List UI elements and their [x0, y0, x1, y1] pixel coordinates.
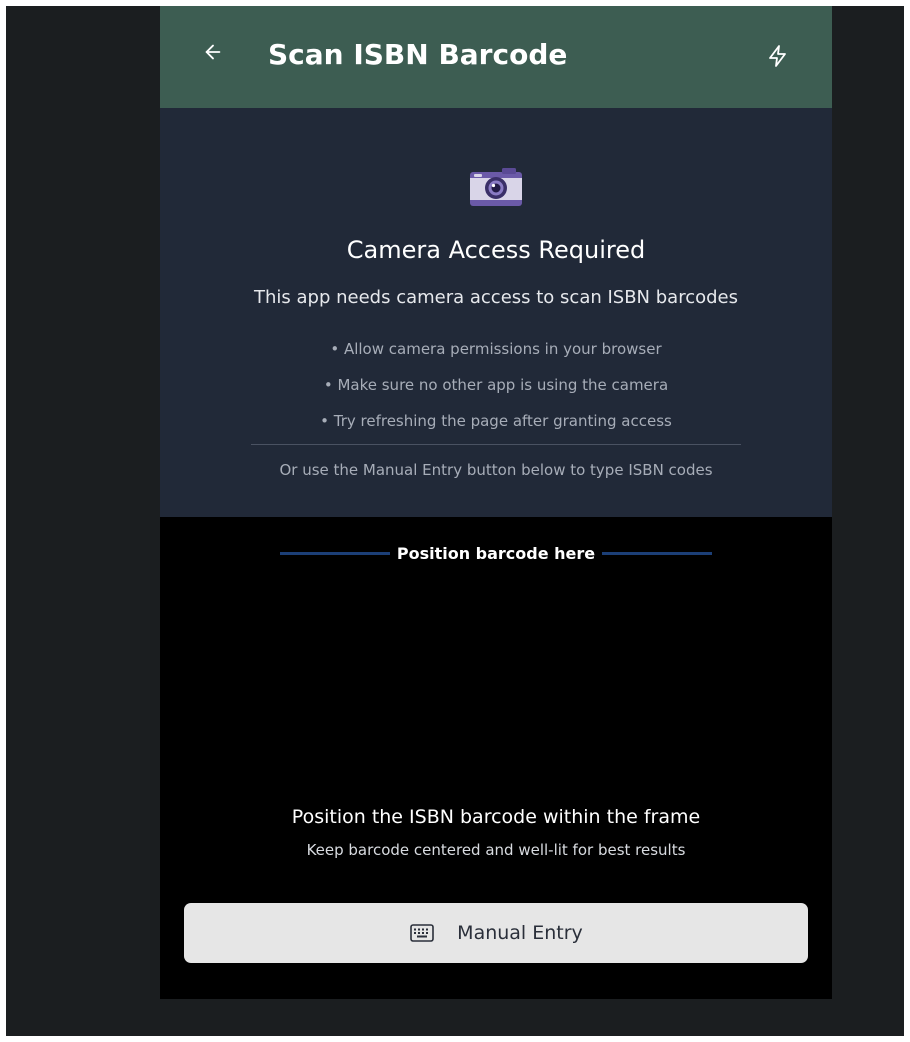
- arrow-left-icon: [202, 41, 224, 63]
- notice-subtitle: This app needs camera access to scan ISB…: [254, 287, 738, 308]
- camera-icon: [468, 166, 524, 208]
- scan-frame-label: Position barcode here: [396, 544, 596, 563]
- keyboard-icon: [409, 923, 435, 943]
- tip-item: • Make sure no other app is using the ca…: [323, 376, 669, 394]
- manual-entry-hint: Or use the Manual Entry button below to …: [279, 461, 713, 479]
- lightning-icon: [766, 44, 790, 68]
- divider: [251, 444, 741, 445]
- scan-instruction-title: Position the ISBN barcode within the fra…: [291, 806, 701, 828]
- camera-permission-notice: Camera Access Required This app needs ca…: [160, 108, 832, 517]
- app-header: Scan ISBN Barcode: [160, 6, 832, 108]
- manual-entry-label: Manual Entry: [457, 922, 583, 944]
- page-title: Scan ISBN Barcode: [268, 38, 568, 71]
- scanner-screen: Scan ISBN Barcode Camera Access Required: [160, 6, 832, 999]
- scan-instruction-subtitle: Keep barcode centered and well-lit for b…: [306, 841, 686, 859]
- tip-item: • Try refreshing the page after granting…: [320, 412, 672, 430]
- back-button[interactable]: [196, 35, 230, 69]
- notice-title: Camera Access Required: [346, 236, 646, 264]
- flash-toggle-button[interactable]: [761, 39, 795, 73]
- manual-entry-button[interactable]: Manual Entry: [184, 903, 808, 963]
- tip-item: • Allow camera permissions in your brows…: [330, 340, 662, 358]
